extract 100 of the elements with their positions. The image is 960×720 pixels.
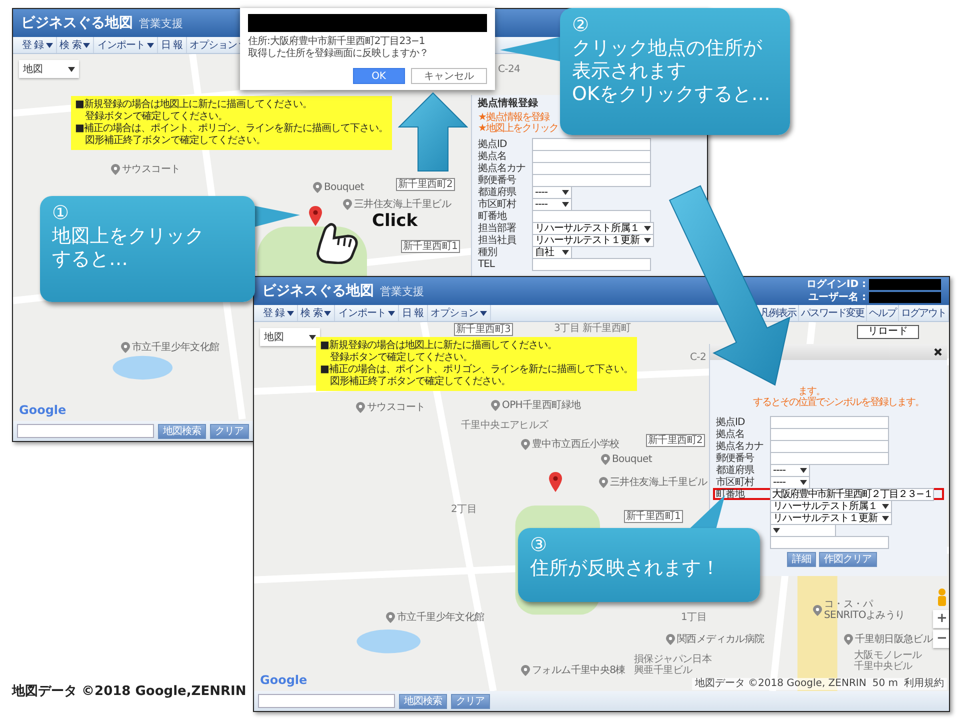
redacted-block (869, 292, 941, 303)
place-pin-icon (343, 199, 352, 210)
field-label: 市区町村 (716, 476, 756, 488)
map-label: 千里中央エアヒルズ (461, 420, 548, 431)
field-label: 拠点名 (716, 428, 746, 440)
dropdown-field[interactable]: リハーサルテスト１更新 (532, 234, 654, 246)
map-label: フォルム千里中央8棟 (532, 665, 626, 676)
app-title: ビジネスぐる地図 (21, 14, 133, 32)
text-field[interactable] (532, 150, 651, 162)
caret-icon (309, 334, 316, 340)
menu-item[interactable]: 検 索 (298, 305, 336, 321)
text-field[interactable] (532, 174, 651, 186)
map-label: 2丁目 (451, 504, 476, 515)
menu-item[interactable]: ログアウト (899, 305, 949, 321)
map-label: OPH千里西町緑地 (502, 400, 581, 411)
map-label: Bouquet (612, 454, 652, 465)
dropdown-field[interactable]: リハーサルテスト１更新 (770, 512, 892, 524)
menu-item[interactable]: オプション (428, 305, 492, 321)
caret-icon (68, 66, 75, 72)
zoom-button[interactable]: + (933, 610, 949, 628)
menu-item[interactable]: ヘルプ (867, 305, 899, 321)
place-pin-icon (386, 612, 395, 623)
text-field[interactable]: 大阪府豊中市新千里西町２丁目２３−１ (770, 488, 934, 500)
note-text: ます。 (797, 386, 826, 397)
map-label: 損保ジャパン日本興亜千里ビル (634, 654, 713, 676)
dropdown-field[interactable]: ---- (770, 464, 810, 476)
station-label: 新千里西町2 (646, 434, 705, 447)
notice-text: 登録ボタンで確定してください。 (329, 352, 474, 364)
dialog-button[interactable]: キャンセル (411, 68, 487, 84)
text-field[interactable] (770, 416, 889, 428)
map-label: C-2 (690, 352, 706, 363)
field-label: 担当部署 (478, 222, 517, 234)
dropdown-field[interactable]: ---- (770, 476, 810, 488)
text-field[interactable] (770, 428, 889, 440)
menu-item[interactable]: 日 報 (398, 305, 428, 321)
step-number: ② (572, 14, 590, 37)
text-field[interactable] (770, 452, 889, 464)
field-label: 種別 (478, 246, 498, 258)
caret-icon (562, 250, 569, 254)
map-label: 豊中市立西丘小学校 (532, 439, 620, 450)
menu-item[interactable]: 登 録 (260, 305, 298, 321)
field-label: 町番地 (478, 210, 508, 222)
map-label: 三井住友海上千里ビル (610, 477, 708, 488)
map-label: サウスコート (122, 164, 180, 175)
station-label: 新千里西町1 (401, 240, 460, 253)
search-field[interactable] (17, 424, 154, 438)
text-field[interactable] (532, 138, 651, 150)
menu-item[interactable]: パスワード変更 (799, 305, 867, 321)
place-pin-icon (111, 164, 120, 175)
place-pin-icon (521, 439, 530, 450)
map-label: コ・ス・パ SENRITOよみうり (824, 599, 905, 621)
dialog-text: 取得した住所を登録画面に反映しますか？ (248, 48, 430, 60)
menu-item[interactable]: インポート (94, 37, 158, 53)
text-field[interactable] (532, 258, 651, 270)
zoom-button[interactable]: − (933, 630, 949, 648)
place-pin-icon (666, 634, 675, 645)
account-label: ユーザー名 : (808, 292, 866, 303)
pond-shape (112, 356, 173, 380)
place-pin-icon (601, 454, 610, 465)
place-pin-icon (521, 665, 530, 676)
menu-item[interactable]: 登 録 (19, 37, 57, 53)
station-label: 新千里西町2 (396, 178, 455, 191)
text-field[interactable] (770, 440, 889, 452)
notice-text: ■新規登録の場合は地図上に新たに描画してください。 (320, 340, 558, 352)
notice-text: 登録ボタンで確定してください。 (84, 111, 228, 122)
step-number: ③ (530, 534, 548, 557)
map-label: 3丁目 新千里西町 (554, 323, 631, 334)
text-field[interactable] (532, 210, 651, 222)
menu-item[interactable]: インポート (335, 305, 399, 321)
dropdown-field[interactable]: ---- (532, 198, 572, 210)
field-label: 拠点名 (478, 150, 508, 162)
attribution-text: 50 m (872, 678, 898, 690)
dropdown-field[interactable] (770, 524, 836, 536)
menu-item[interactable]: 日 報 (158, 37, 187, 53)
map-label: Bouquet (324, 182, 364, 193)
notice-text: 図形補正終了ボタンで確定してください。 (84, 135, 266, 147)
dropdown-field[interactable]: 自社 (532, 246, 572, 258)
search-field[interactable] (258, 694, 395, 708)
reload-button[interactable]: リロード (857, 325, 919, 339)
close-icon[interactable] (934, 348, 942, 356)
panel-title: 拠点情報登録 (478, 98, 539, 110)
map-type-select[interactable]: 地図 (260, 328, 320, 346)
notice-text: ■新規登録の場合は地図上に新たに描画してください。 (75, 99, 313, 110)
text-field[interactable] (532, 162, 651, 174)
place-pin-icon (121, 342, 130, 353)
field-label: 都道府県 (716, 464, 756, 476)
map-type-select[interactable]: 地図 (19, 60, 79, 78)
dropdown-field[interactable]: リハーサルテスト所属１ (770, 500, 892, 512)
dropdown-field[interactable]: リハーサルテスト所属１ (532, 222, 654, 234)
note-text: するとその位置でシンボルを登録します。 (752, 397, 925, 408)
menu-item[interactable]: 検 索 (56, 37, 94, 53)
text-field[interactable] (770, 536, 889, 548)
attribution-text: 地図データ ©2018 Google, ZENRIN (694, 678, 866, 690)
dialog-text: 住所:大阪府豊中市新千里西町2丁目23−1 (248, 36, 426, 48)
dropdown-field[interactable]: ---- (532, 186, 572, 198)
callout-text: クリック地点の住所が 表示されます OKをクリックすると… (572, 37, 772, 106)
callout-text: 地図上をクリック すると… (52, 225, 205, 271)
place-pin-icon (356, 402, 365, 413)
person-icon[interactable] (935, 588, 949, 606)
field-label: 郵便番号 (478, 174, 517, 186)
